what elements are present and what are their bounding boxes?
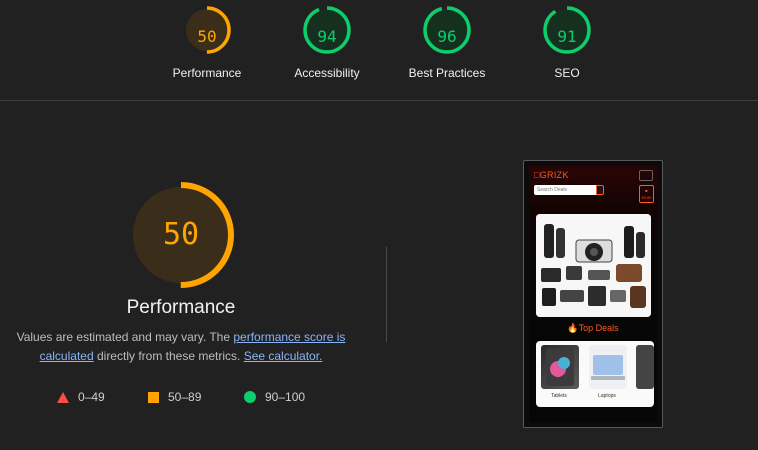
legend-pass-range: 90–100 — [265, 390, 306, 404]
site-search-input: Search Deals — [534, 185, 598, 195]
hero-image — [536, 214, 651, 317]
category-carousel: Tablets Laptops — [536, 341, 654, 407]
performance-gauge-large: 50 — [121, 175, 241, 295]
triangle-icon — [57, 391, 69, 403]
category-image — [636, 345, 654, 389]
screenshot-page: □GRIZK Search Deals ■ £0.00 🔥Top Deals T… — [529, 166, 657, 422]
camera-gear-image — [536, 214, 651, 317]
gauge-seo[interactable]: 91 SEO — [507, 5, 627, 80]
gauge-performance-label: Performance — [172, 66, 242, 80]
performance-score: 50 — [162, 217, 200, 252]
gauge-best-practices-label: Best Practices — [408, 66, 486, 80]
see-calculator-link[interactable]: See calculator. — [244, 349, 323, 363]
tablet-image — [541, 345, 579, 389]
cart-icon: ■ £0.00 — [639, 185, 654, 203]
desc-text-1: Values are estimated and may vary. The — [16, 330, 234, 344]
site-search-icon — [596, 185, 604, 195]
performance-title: Performance — [126, 297, 236, 318]
gauge-accessibility-label: Accessibility — [294, 66, 360, 80]
square-icon — [148, 391, 159, 403]
final-screenshot[interactable]: □GRIZK Search Deals ■ £0.00 🔥Top Deals T… — [523, 160, 663, 428]
category-card: Tablets — [536, 341, 582, 407]
gauge-performance-score: 50 — [197, 27, 217, 46]
gauge-accessibility-score: 94 — [317, 27, 337, 46]
gauge-performance[interactable]: 50 Performance — [147, 5, 267, 80]
gauge-best-practices[interactable]: 96 Best Practices — [387, 5, 507, 80]
category-card — [632, 341, 654, 407]
section-divider — [386, 247, 387, 342]
cart-amount: £0.00 — [641, 195, 652, 200]
performance-description: Values are estimated and may vary. The p… — [8, 328, 354, 366]
score-summary: 50 Performance 94 Accessibility 96 Best … — [0, 0, 758, 101]
category-name: Laptops — [598, 393, 616, 399]
desc-text-2: directly from these metrics. — [93, 349, 244, 363]
legend-average: 50–89 — [148, 390, 201, 404]
gauge-seo-label: SEO — [554, 66, 580, 80]
circle-icon — [244, 391, 256, 403]
legend-average-range: 50–89 — [168, 390, 202, 404]
menu-icon — [639, 170, 653, 181]
legend-fail-range: 0–49 — [78, 390, 105, 404]
legend-fail: 0–49 — [57, 390, 105, 404]
gauge-accessibility[interactable]: 94 Accessibility — [267, 5, 387, 80]
laptop-image — [589, 345, 627, 389]
site-logo: □GRIZK — [534, 170, 569, 180]
category-card: Laptops — [584, 341, 630, 407]
top-deals-heading: 🔥Top Deals — [567, 323, 619, 333]
legend-pass: 90–100 — [244, 390, 305, 404]
category-name: Tablets — [551, 393, 567, 399]
gauge-best-practices-score: 96 — [437, 27, 457, 46]
gauge-seo-score: 91 — [557, 27, 577, 46]
